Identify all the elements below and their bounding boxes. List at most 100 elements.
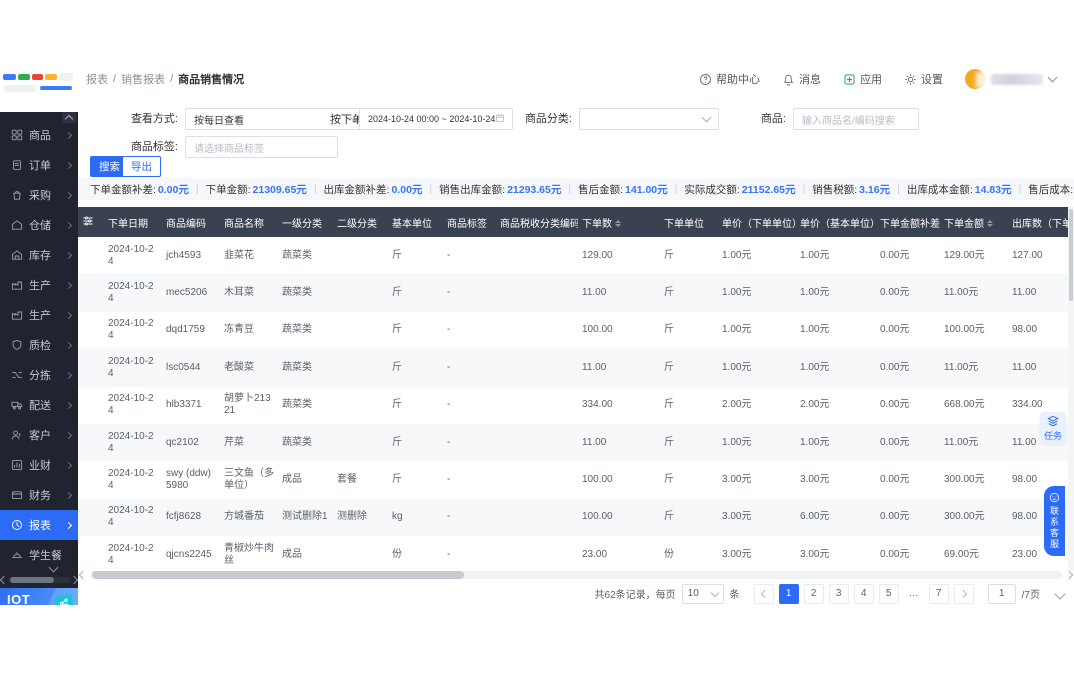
table-header-row: 下单日期商品编码商品名称一级分类二级分类基本单位商品标签商品税收分类编码下单数下… <box>78 207 1074 237</box>
export-button[interactable]: 导出 <box>122 156 161 177</box>
sidebar-item-orders[interactable]: 订单 <box>0 150 78 180</box>
tasks-floating-button[interactable]: 任务 <box>1040 412 1066 444</box>
layers-icon <box>1047 415 1059 427</box>
column-header[interactable]: 下单数 <box>578 207 660 237</box>
column-header[interactable]: 单价（下单单位）? <box>718 207 796 237</box>
table-cell <box>333 387 388 424</box>
table-cell: 1.00元 <box>796 274 876 311</box>
row-leading-cell <box>78 237 104 274</box>
column-header[interactable]: 单价（基本单位） <box>796 207 876 237</box>
sidebar-scroll-right-icon[interactable] <box>70 576 78 584</box>
column-header-label: 基本单位 <box>392 219 432 230</box>
column-header[interactable]: 下单金额补差? <box>876 207 940 237</box>
sidebar-item-production[interactable]: 生产 <box>0 270 78 300</box>
table-row[interactable]: 2024-10-24mec5206木耳菜蔬菜类斤-11.00斤1.00元1.00… <box>78 274 1074 311</box>
sidebar-item-finance[interactable]: 财务 <box>0 480 78 510</box>
table-cell: 冻青豆 <box>220 312 278 349</box>
apps-button[interactable]: 应用 <box>843 71 882 87</box>
table-row[interactable]: 2024-10-24jch4593韭菜花蔬菜类斤-129.00斤1.00元1.0… <box>78 237 1074 274</box>
table-row[interactable]: 2024-10-24lsc0544老酸菜蔬菜类斤-11.00斤1.00元1.00… <box>78 349 1074 386</box>
table-row[interactable]: 2024-10-24swy (ddw) 5980三文鱼（多单位）成品套餐斤-10… <box>78 461 1074 498</box>
sidebar-hscroll-thumb[interactable] <box>10 577 54 583</box>
iot-share-icon <box>54 594 74 605</box>
stat-separator: | <box>568 183 571 195</box>
column-header-label: 商品税收分类编码 <box>500 219 578 230</box>
messages-button[interactable]: 消息 <box>782 71 821 87</box>
stat-separator: | <box>897 183 900 195</box>
scroll-left-icon[interactable] <box>79 571 87 579</box>
sidebar-item-delivery[interactable]: 配送 <box>0 390 78 420</box>
table-cell: 斤 <box>388 424 443 461</box>
table-row[interactable]: 2024-10-24qjcns2245青椒炒牛肉丝成品份-23.00份3.00元… <box>78 536 1074 571</box>
table-hscrollbar[interactable] <box>80 571 1072 579</box>
category-select[interactable] <box>579 108 719 130</box>
sidebar-item-reports[interactable]: 报表 <box>0 510 78 540</box>
sort-icon[interactable] <box>615 220 621 227</box>
sidebar-item-inventory[interactable]: 库存 <box>0 240 78 270</box>
sidebar-item-sorting[interactable]: 分拣 <box>0 360 78 390</box>
column-header: 出库数（下单单位） <box>1008 207 1074 237</box>
finance-icon <box>11 489 23 501</box>
prev-page-button[interactable] <box>754 584 774 604</box>
column-header[interactable]: 下单金额 <box>940 207 1008 237</box>
breadcrumb-item[interactable]: 销售报表 <box>121 71 165 87</box>
page-button-7[interactable]: 7 <box>929 584 949 604</box>
column-settings-icon[interactable] <box>82 215 94 227</box>
breadcrumb-item[interactable]: 报表 <box>86 71 108 87</box>
sidebar-item-production2[interactable]: 生产 <box>0 300 78 330</box>
table-row[interactable]: 2024-10-24qc2102芹菜蔬菜类斤-11.00斤1.00元1.00元0… <box>78 424 1074 461</box>
page-size-value: 10 <box>688 588 699 599</box>
table-cell <box>496 387 578 424</box>
page-button-1[interactable]: 1 <box>779 584 799 604</box>
settings-button[interactable]: 设置 <box>904 71 943 87</box>
page-jump-input[interactable]: 1 <box>988 584 1016 604</box>
table-cell: 蔬菜类 <box>278 424 333 461</box>
sidebar-scroll-left-icon[interactable] <box>0 576 8 584</box>
page-button-5[interactable]: 5 <box>879 584 899 604</box>
user-account-menu[interactable] <box>965 69 1056 89</box>
sidebar-item-quality[interactable]: 质检 <box>0 330 78 360</box>
sidebar-hscrollbar[interactable] <box>0 576 78 584</box>
help-center-button[interactable]: 帮助中心 <box>699 71 760 87</box>
purchase-icon <box>11 189 23 201</box>
page-size-select[interactable]: 10 <box>682 584 724 604</box>
sort-icon[interactable] <box>987 220 993 227</box>
table-cell: 3.00元 <box>718 536 796 571</box>
table-row[interactable]: 2024-10-24fcfj8628方城番茄测试删除1测删除kg-100.00斤… <box>78 499 1074 536</box>
sidebar-item-warehouse[interactable]: 仓储 <box>0 210 78 240</box>
iot-banner[interactable]: IOT 设备与环境 <box>0 588 78 605</box>
table-cell: 2024-10-24 <box>104 424 162 461</box>
date-range-input[interactable]: 2024-10-24 00:00 ~ 2024-10-24 24:00 <box>359 108 513 130</box>
production2-icon <box>11 309 23 321</box>
sidebar-item-purchase[interactable]: 采购 <box>0 180 78 210</box>
sidebar-item-student-meal[interactable]: 学生餐 <box>0 540 78 570</box>
customer-service-button[interactable]: 联系客服 <box>1044 486 1065 556</box>
table-cell: 斤 <box>388 349 443 386</box>
stat-label: 出库金额补差: <box>324 182 390 197</box>
stat-label: 售后成本: <box>1028 182 1073 197</box>
table-vscrollbar[interactable] <box>1068 207 1074 571</box>
table-vscroll-thumb[interactable] <box>1069 209 1073 301</box>
column-header-label: 一级分类 <box>282 219 322 230</box>
apps-label: 应用 <box>860 71 882 87</box>
product-label: 商品: <box>728 108 786 130</box>
page-button-2[interactable]: 2 <box>804 584 824 604</box>
table-row[interactable]: 2024-10-24hlb3371胡萝卜21321蔬菜类斤-334.00斤2.0… <box>78 387 1074 424</box>
sidebar-item-goods[interactable]: 商品 <box>0 120 78 150</box>
chevron-right-icon <box>65 341 72 348</box>
tag-select[interactable]: 请选择商品标签 <box>185 136 338 158</box>
sidebar-item-business-finance[interactable]: 业财 <box>0 450 78 480</box>
product-search-input[interactable]: 输入商品名/编码搜索 <box>793 108 919 130</box>
table-cell: 1.00元 <box>718 312 796 349</box>
table-row[interactable]: 2024-10-24dqd1759冻青豆蔬菜类斤-100.00斤1.00元1.0… <box>78 312 1074 349</box>
column-header-label: 下单单位 <box>664 219 704 230</box>
column-header-label: 下单日期 <box>108 219 148 230</box>
scroll-right-icon[interactable] <box>1065 571 1073 579</box>
sidebar-item-customers[interactable]: 客户 <box>0 420 78 450</box>
page-button-3[interactable]: 3 <box>829 584 849 604</box>
sidebar-item-label: 库存 <box>29 247 51 263</box>
page-button-4[interactable]: 4 <box>854 584 874 604</box>
table-cell: 11.00 <box>1008 274 1074 311</box>
next-page-button[interactable] <box>954 584 974 604</box>
hscroll-thumb[interactable] <box>92 571 464 579</box>
